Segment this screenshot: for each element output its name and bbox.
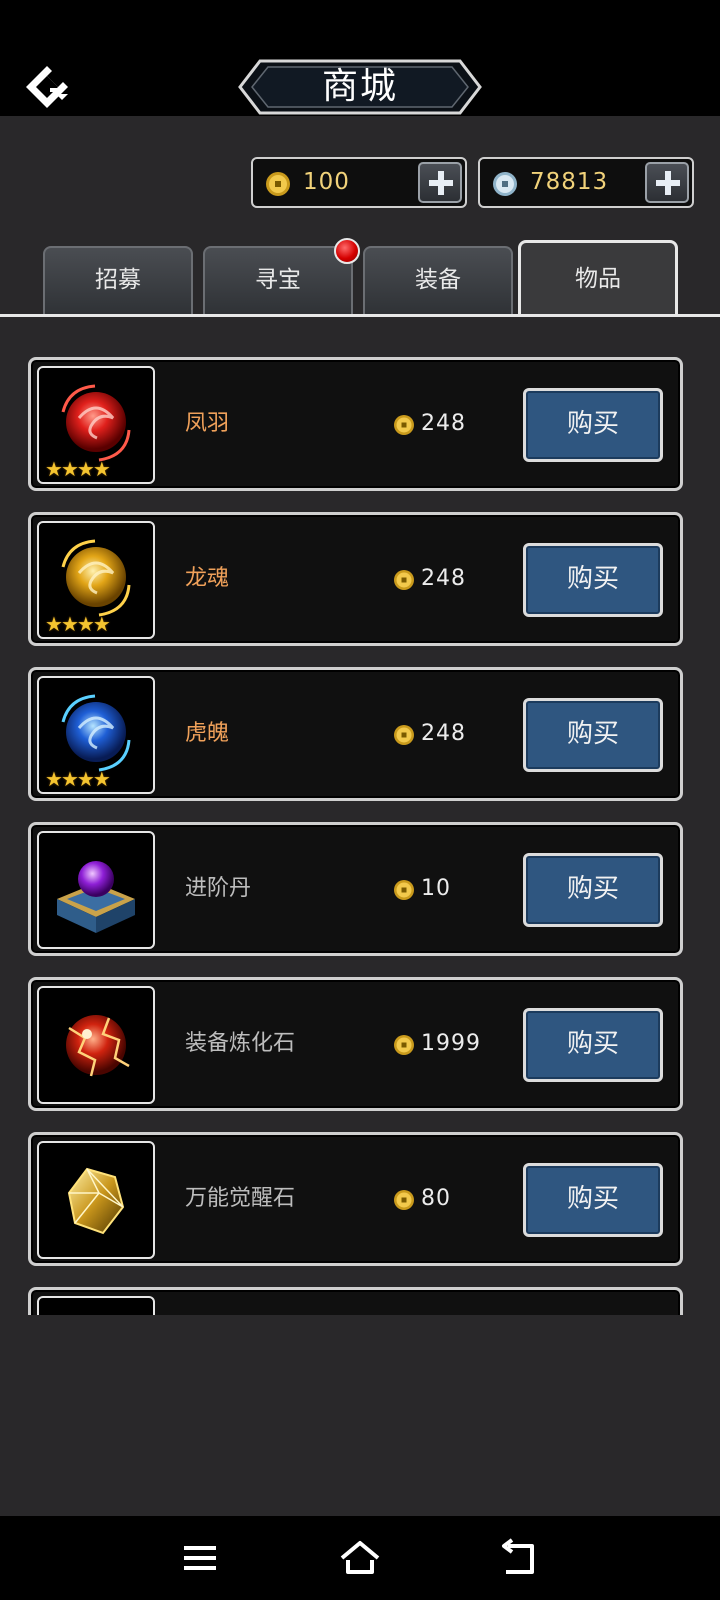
buy-button[interactable]: 购买 (523, 1008, 663, 1082)
list-item: 装备炼化石 1999 购买 (28, 977, 683, 1111)
list-item (28, 1287, 683, 1315)
item-name: 万能觉醒石 (185, 1186, 296, 1211)
purple-pill-chest-icon (57, 861, 135, 933)
star-icon: ★ (92, 767, 111, 791)
notification-badge (334, 238, 360, 264)
page-title-plate: 商城 (238, 59, 482, 115)
item-name: 进阶丹 (185, 876, 252, 901)
home-button[interactable] (338, 1536, 382, 1580)
buy-button[interactable]: 购买 (523, 388, 663, 462)
red-refine-stone-icon (66, 1015, 130, 1077)
item-icon-frame: ★ ★ ★ ★ (37, 676, 155, 794)
page-title: 商城 (321, 66, 398, 107)
buy-button[interactable]: 购买 (523, 543, 663, 617)
gold-amount: 100 (303, 169, 350, 195)
item-price: 1999 (421, 1031, 481, 1056)
item-price: 80 (421, 1186, 451, 1211)
list-item: 万能觉醒石 80 购买 (28, 1132, 683, 1266)
shop-item-list[interactable]: ★ ★ ★ ★ 凤羽 248 购买 ★ ★ ★ ★ 龙魂 248 购买 ★ ★ … (0, 317, 720, 1315)
item-price: 248 (421, 566, 466, 591)
gold-coin-icon (394, 570, 414, 590)
game-logo-back-button[interactable] (20, 60, 74, 114)
list-item: ★ ★ ★ ★ 龙魂 248 购买 (28, 512, 683, 646)
tab-treasure-hunt[interactable]: 寻宝 (203, 246, 353, 314)
item-name: 龙魂 (185, 566, 230, 591)
item-price: 248 (421, 721, 466, 746)
gold-currency-display: 100 (251, 157, 467, 208)
plus-icon (656, 171, 680, 195)
tab-recruit[interactable]: 招募 (43, 246, 193, 314)
plus-icon (429, 171, 453, 195)
item-icon-frame (37, 1141, 155, 1259)
system-nav-bar (0, 1516, 720, 1600)
list-item: 进阶丹 10 购买 (28, 822, 683, 956)
buy-button[interactable]: 购买 (523, 1163, 663, 1237)
silver-amount: 78813 (530, 169, 609, 195)
silver-coin-icon (493, 172, 517, 196)
back-icon (502, 1538, 534, 1574)
gold-crystal-icon (67, 1167, 125, 1235)
tab-equipment[interactable]: 装备 (363, 246, 513, 314)
menu-button[interactable] (178, 1536, 222, 1580)
add-gold-button[interactable] (418, 162, 462, 203)
item-price: 248 (421, 411, 466, 436)
menu-icon (184, 1546, 216, 1570)
item-icon-frame (37, 1296, 155, 1315)
item-icon-frame (37, 986, 155, 1104)
home-icon (340, 1541, 380, 1574)
header-bar: 商城 (0, 0, 720, 116)
tab-items[interactable]: 物品 (518, 240, 678, 317)
back-button[interactable] (498, 1536, 542, 1580)
rarity-stars: ★ ★ ★ ★ (45, 767, 111, 791)
item-price: 10 (421, 876, 451, 901)
star-icon: ★ (92, 457, 111, 481)
gold-coin-icon (394, 1190, 414, 1210)
add-silver-button[interactable] (645, 162, 689, 203)
gold-coin-icon (394, 1035, 414, 1055)
game-logo-back-icon (26, 66, 68, 108)
gold-coin-icon (394, 415, 414, 435)
item-icon-frame (37, 831, 155, 949)
item-name: 虎魄 (185, 721, 230, 746)
gold-coin-icon (266, 172, 290, 196)
item-name: 装备炼化石 (185, 1031, 296, 1056)
gold-coin-icon (394, 880, 414, 900)
buy-button[interactable]: 购买 (523, 853, 663, 927)
list-item: ★ ★ ★ ★ 凤羽 248 购买 (28, 357, 683, 491)
rarity-stars: ★ ★ ★ ★ (45, 457, 111, 481)
item-icon-frame: ★ ★ ★ ★ (37, 521, 155, 639)
list-item: ★ ★ ★ ★ 虎魄 248 购买 (28, 667, 683, 801)
item-name: 凤羽 (185, 411, 230, 436)
buy-button[interactable]: 购买 (523, 698, 663, 772)
silver-currency-display: 78813 (478, 157, 694, 208)
gold-coin-icon (394, 725, 414, 745)
item-icon-frame: ★ ★ ★ ★ (37, 366, 155, 484)
rarity-stars: ★ ★ ★ ★ (45, 612, 111, 636)
star-icon: ★ (92, 612, 111, 636)
